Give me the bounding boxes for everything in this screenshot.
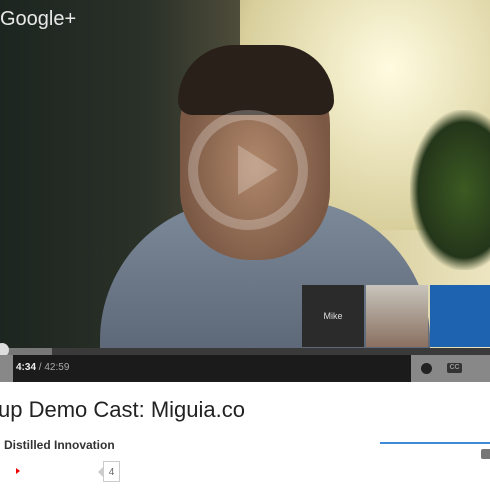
current-time: 4:34 [16, 362, 37, 373]
video-plant [410, 110, 490, 270]
player-controls: 4:34 / 42:59 CC [0, 355, 490, 382]
video-person-hair [178, 45, 334, 115]
video-player[interactable]: Google+ Mike [0, 0, 490, 348]
participant-name: Mike [323, 311, 343, 321]
channel-name[interactable]: Distilled Innovation [4, 438, 115, 452]
participant-thumbnails: Mike [302, 285, 490, 347]
video-title: up Demo Cast: Miguia.co [0, 397, 245, 422]
participant-screenshare[interactable] [430, 285, 490, 347]
play-icon[interactable] [188, 110, 308, 230]
subscribe-icon[interactable] [16, 468, 20, 474]
progress-bar[interactable] [0, 348, 490, 355]
time-display: 4:34 / 42:59 [16, 362, 69, 373]
participant-mike[interactable]: Mike [302, 285, 364, 347]
subscriber-count: 4 [98, 461, 120, 482]
participant-webcam[interactable] [366, 285, 428, 347]
google-plus-watermark: Google+ [0, 8, 77, 30]
play-pause-button[interactable] [0, 355, 13, 382]
thumbs-up-icon[interactable] [481, 449, 490, 459]
duration: 42:59 [44, 362, 70, 373]
cc-icon[interactable]: CC [447, 363, 462, 373]
rating-bar [380, 442, 490, 444]
clock-icon[interactable] [421, 363, 432, 374]
